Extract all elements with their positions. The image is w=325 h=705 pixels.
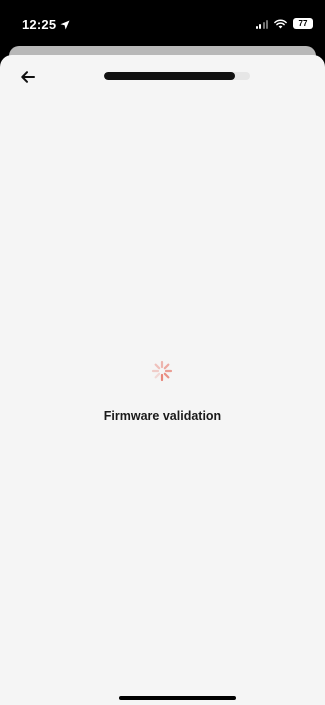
firmware-status-text: Firmware validation xyxy=(103,409,222,423)
modal-sheet: Firmware validation xyxy=(0,55,325,705)
spinner-ray xyxy=(163,372,170,379)
battery-level: 77 xyxy=(298,19,308,28)
status-time-group: 12:25 xyxy=(22,17,70,32)
location-arrow-icon xyxy=(60,20,70,29)
status-time: 12:25 xyxy=(22,17,57,32)
signal-icon xyxy=(255,19,268,29)
wifi-icon xyxy=(274,19,287,28)
spinner-ray xyxy=(163,363,170,370)
loading-spinner-icon xyxy=(151,360,173,382)
spinner-ray xyxy=(154,372,161,379)
phone-screen: 12:25 77 Firmware validation xyxy=(0,0,325,705)
home-indicator xyxy=(119,696,236,700)
arrow-left-icon xyxy=(21,71,35,83)
status-bar: 12:25 77 xyxy=(0,0,325,44)
battery-icon: 77 xyxy=(293,18,313,29)
progress-bar xyxy=(104,72,250,80)
progress-fill xyxy=(104,72,236,80)
back-button[interactable] xyxy=(16,67,40,87)
status-indicators: 77 xyxy=(255,18,313,29)
spinner-ray xyxy=(154,363,161,370)
